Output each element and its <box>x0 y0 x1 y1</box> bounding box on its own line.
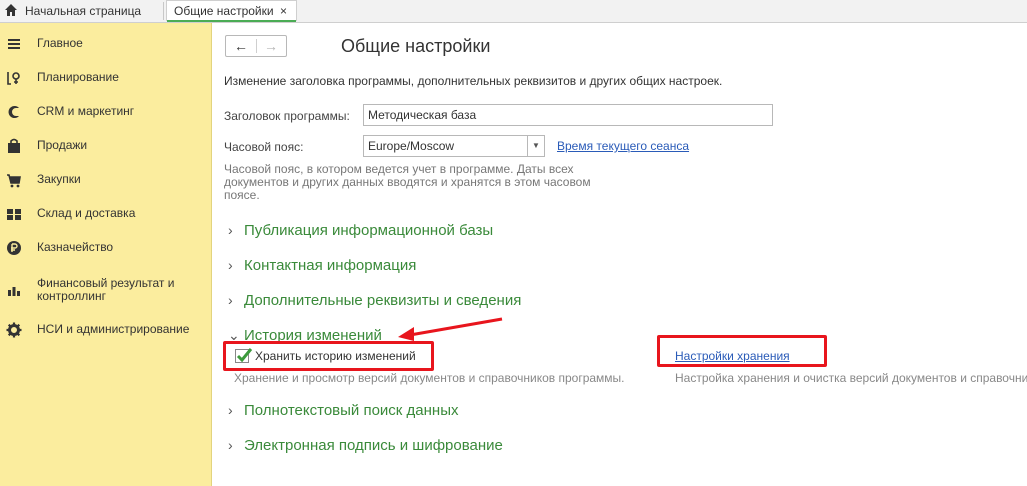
sidebar-item-purchases[interactable]: Закупки <box>0 165 211 195</box>
page-description: Изменение заголовка программы, дополните… <box>224 74 723 88</box>
sidebar-item-planning[interactable]: Планирование <box>0 63 211 93</box>
sidebar-item-label: Планирование <box>37 70 119 84</box>
section-label: Электронная подпись и шифрование <box>244 437 503 454</box>
timezone-input[interactable]: Europe/Moscow <box>363 135 528 157</box>
sidebar-item-label: Главное <box>37 36 83 50</box>
tab-general-settings[interactable]: Общие настройки × <box>166 0 297 22</box>
annotation-arrow <box>398 317 503 341</box>
section-additional-attributes[interactable]: › Дополнительные реквизиты и сведения <box>228 292 521 309</box>
timezone-hint: Часовой пояс, в котором ведется учет в п… <box>224 162 591 202</box>
warehouse-icon <box>7 209 21 220</box>
sidebar-item-financial-result[interactable]: Финансовый результат и контроллинг <box>0 275 211 305</box>
sidebar-item-label: НСИ и администрирование <box>37 322 190 336</box>
sidebar-item-label: Продажи <box>37 138 88 152</box>
storage-settings-description: Настройка хранения и очистка версий доку… <box>675 371 1027 385</box>
chevron-right-icon: › <box>228 257 233 273</box>
sidebar-item-label: CRM и маркетинг <box>37 104 135 118</box>
chevron-right-icon: › <box>228 437 233 453</box>
nav-buttons: ← → <box>225 35 287 57</box>
page-title: Общие настройки <box>341 36 491 56</box>
close-icon[interactable]: × <box>280 4 287 18</box>
sidebar-item-admin[interactable]: НСИ и администрирование <box>0 315 211 345</box>
section-fulltext-search[interactable]: › Полнотекстовый поиск данных <box>228 402 458 419</box>
chevron-right-icon: › <box>228 222 233 238</box>
sidebar-item-crm[interactable]: CRM и маркетинг <box>0 97 211 127</box>
tab-home[interactable]: Начальная страница <box>0 0 160 22</box>
planning-icon <box>7 72 20 85</box>
section-label: Дополнительные реквизиты и сведения <box>244 292 522 309</box>
store-history-description: Хранение и просмотр версий документов и … <box>234 371 625 385</box>
sidebar-item-treasury[interactable]: Казначейство <box>0 233 211 263</box>
sidebar-item-warehouse[interactable]: Склад и доставка <box>0 199 211 229</box>
section-contact-info[interactable]: › Контактная информация <box>228 257 416 274</box>
chevron-down-icon: ▼ <box>532 141 540 150</box>
tab-home-label: Начальная страница <box>25 4 142 18</box>
timezone-dropdown-button[interactable]: ▼ <box>527 135 545 157</box>
sidebar: Главное Планирование CRM и маркетинг Про… <box>0 23 212 486</box>
forward-button[interactable]: → <box>257 37 285 55</box>
sidebar-item-sales[interactable]: Продажи <box>0 131 211 161</box>
chevron-right-icon: › <box>228 292 233 308</box>
sidebar-item-label: Закупки <box>37 172 81 186</box>
section-label: Публикация информационной базы <box>244 222 494 239</box>
home-icon <box>5 4 17 16</box>
tab-general-settings-label: Общие настройки <box>174 4 274 18</box>
program-title-input[interactable]: Методическая база <box>363 104 773 126</box>
gear-icon <box>6 322 22 338</box>
sidebar-item-label: Финансовый результат и контроллинг <box>37 276 175 303</box>
timezone-label: Часовой пояс: <box>224 140 304 154</box>
section-publication[interactable]: › Публикация информационной базы <box>228 222 493 239</box>
program-title-label: Заголовок программы: <box>224 109 350 123</box>
highlight-box-checkbox <box>223 341 434 371</box>
sidebar-item-label: Казначейство <box>37 240 114 254</box>
section-label: Контактная информация <box>244 257 417 274</box>
main-content: ← → Общие настройки Изменение заголовка … <box>212 23 1027 486</box>
section-label: Полнотекстовый поиск данных <box>244 402 459 419</box>
tab-divider <box>163 2 164 20</box>
cart-icon <box>7 174 21 188</box>
chevron-right-icon: › <box>228 402 233 418</box>
crm-icon <box>8 106 19 118</box>
ruble-icon <box>7 241 21 255</box>
sidebar-item-main[interactable]: Главное <box>0 29 211 59</box>
chart-icon <box>8 287 20 296</box>
highlight-box-storage-link <box>657 335 827 367</box>
bag-icon <box>8 138 20 153</box>
menu-icon <box>8 39 20 49</box>
section-digital-signature[interactable]: › Электронная подпись и шифрование <box>228 437 503 454</box>
tab-bar: Начальная страница Общие настройки × <box>0 0 1027 23</box>
back-button[interactable]: ← <box>227 37 255 55</box>
session-time-link[interactable]: Время текущего сеанса <box>557 139 689 153</box>
sidebar-item-label: Склад и доставка <box>37 206 136 220</box>
